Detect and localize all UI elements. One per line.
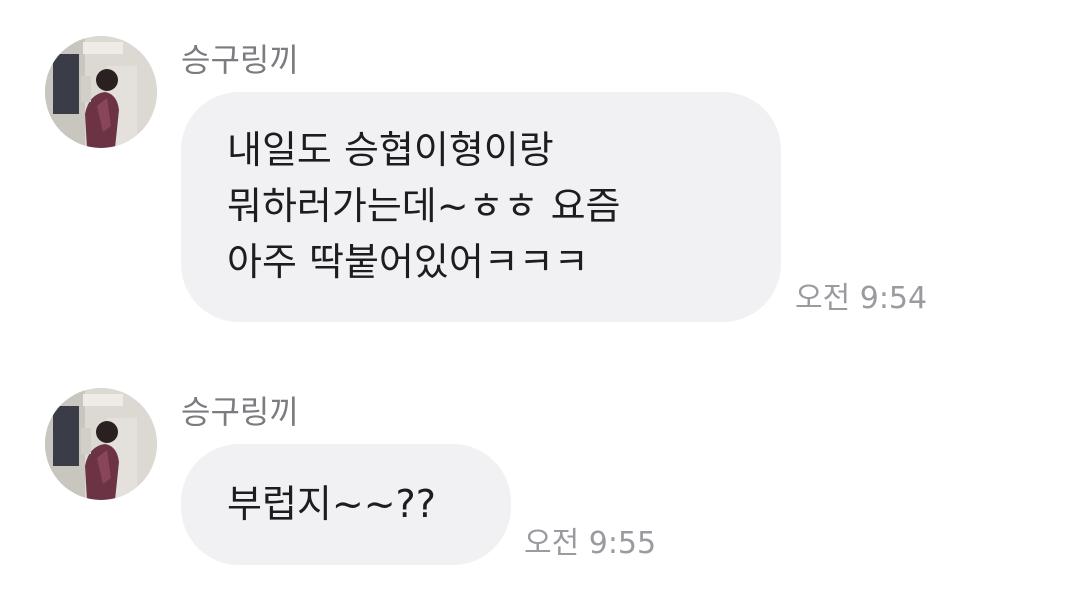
avatar[interactable] [45,388,157,500]
chat-message: 승구링끼 부럽지~~?? 오전 9:55 [0,0,1080,602]
message-text: 부럽지~~?? [227,482,436,526]
message-bubble[interactable]: 부럽지~~?? [181,444,511,565]
profile-photo-icon [45,388,157,500]
sender-name: 승구링끼 [181,393,299,431]
message-timestamp: 오전 9:55 [524,526,657,561]
